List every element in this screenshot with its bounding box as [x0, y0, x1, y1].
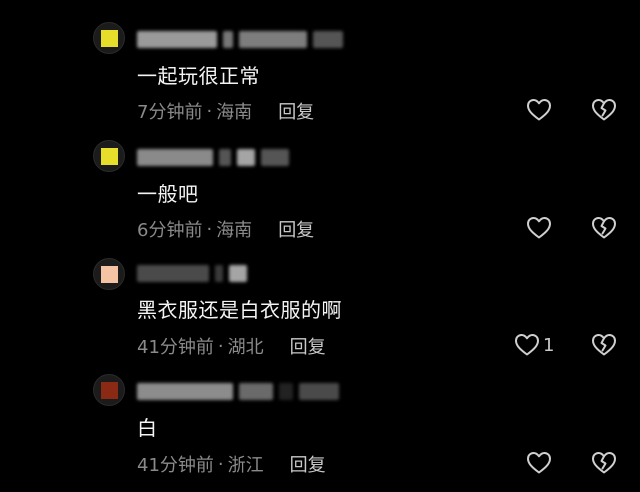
broken-heart-icon: [591, 98, 617, 122]
broken-heart-icon: [591, 451, 617, 475]
dislike-button[interactable]: [591, 333, 617, 357]
dislike-button[interactable]: [591, 216, 617, 240]
comment-time: 6分钟前: [137, 220, 203, 241]
avatar-image: [100, 147, 118, 165]
comment-item: 一般吧 6分钟前 · 海南 回复: [0, 140, 640, 258]
comment-meta: 41分钟前 · 湖北 回复: [137, 333, 326, 359]
comment-text: 黑衣服还是白衣服的啊: [137, 298, 342, 322]
comment-text: 白: [137, 416, 158, 440]
broken-heart-icon: [591, 216, 617, 240]
comment-meta: 41分钟前 · 浙江 回复: [137, 451, 326, 477]
like-button[interactable]: 1: [514, 333, 554, 357]
comment-location: 海南: [216, 220, 253, 241]
comment-text: 一般吧: [137, 182, 199, 206]
heart-outline-icon: [526, 98, 552, 122]
username-blurred[interactable]: [137, 380, 339, 402]
reply-button[interactable]: 回复: [278, 98, 314, 124]
comment-item: 黑衣服还是白衣服的啊 41分钟前 · 湖北 回复 1: [0, 258, 640, 376]
comment-location: 浙江: [227, 455, 264, 476]
reply-button[interactable]: 回复: [290, 451, 326, 477]
comment-time: 41分钟前: [137, 337, 214, 358]
like-count: 1: [543, 334, 555, 356]
broken-heart-icon: [591, 333, 617, 357]
heart-outline-icon: [526, 451, 552, 475]
meta-separator: ·: [217, 335, 224, 357]
reply-button[interactable]: 回复: [290, 333, 326, 359]
comment-location: 海南: [216, 102, 253, 123]
meta-separator: ·: [206, 100, 213, 122]
avatar-image: [100, 381, 118, 399]
comment-item: 白 41分钟前 · 浙江 回复: [0, 374, 640, 492]
username-blurred[interactable]: [137, 28, 343, 50]
meta-separator: ·: [206, 218, 213, 240]
avatar[interactable]: [93, 140, 125, 172]
comment-meta: 7分钟前 · 海南 回复: [137, 98, 314, 124]
heart-outline-icon: [514, 333, 540, 357]
avatar[interactable]: [93, 22, 125, 54]
heart-outline-icon: [526, 216, 552, 240]
comment-text: 一起玩很正常: [137, 64, 260, 88]
reply-button[interactable]: 回复: [278, 216, 314, 242]
comment-item: 一起玩很正常 7分钟前 · 海南 回复: [0, 22, 640, 140]
dislike-button[interactable]: [591, 451, 617, 475]
avatar-image: [100, 29, 118, 47]
like-button[interactable]: [526, 98, 555, 122]
comment-location: 湖北: [227, 337, 264, 358]
meta-separator: ·: [217, 453, 224, 475]
comment-time: 7分钟前: [137, 102, 203, 123]
avatar-image: [100, 265, 118, 283]
like-button[interactable]: [526, 451, 555, 475]
avatar[interactable]: [93, 258, 125, 290]
dislike-button[interactable]: [591, 98, 617, 122]
username-blurred[interactable]: [137, 146, 289, 168]
comment-meta: 6分钟前 · 海南 回复: [137, 216, 314, 242]
comment-time: 41分钟前: [137, 455, 214, 476]
username-blurred[interactable]: [137, 262, 247, 284]
like-button[interactable]: [526, 216, 555, 240]
avatar[interactable]: [93, 374, 125, 406]
